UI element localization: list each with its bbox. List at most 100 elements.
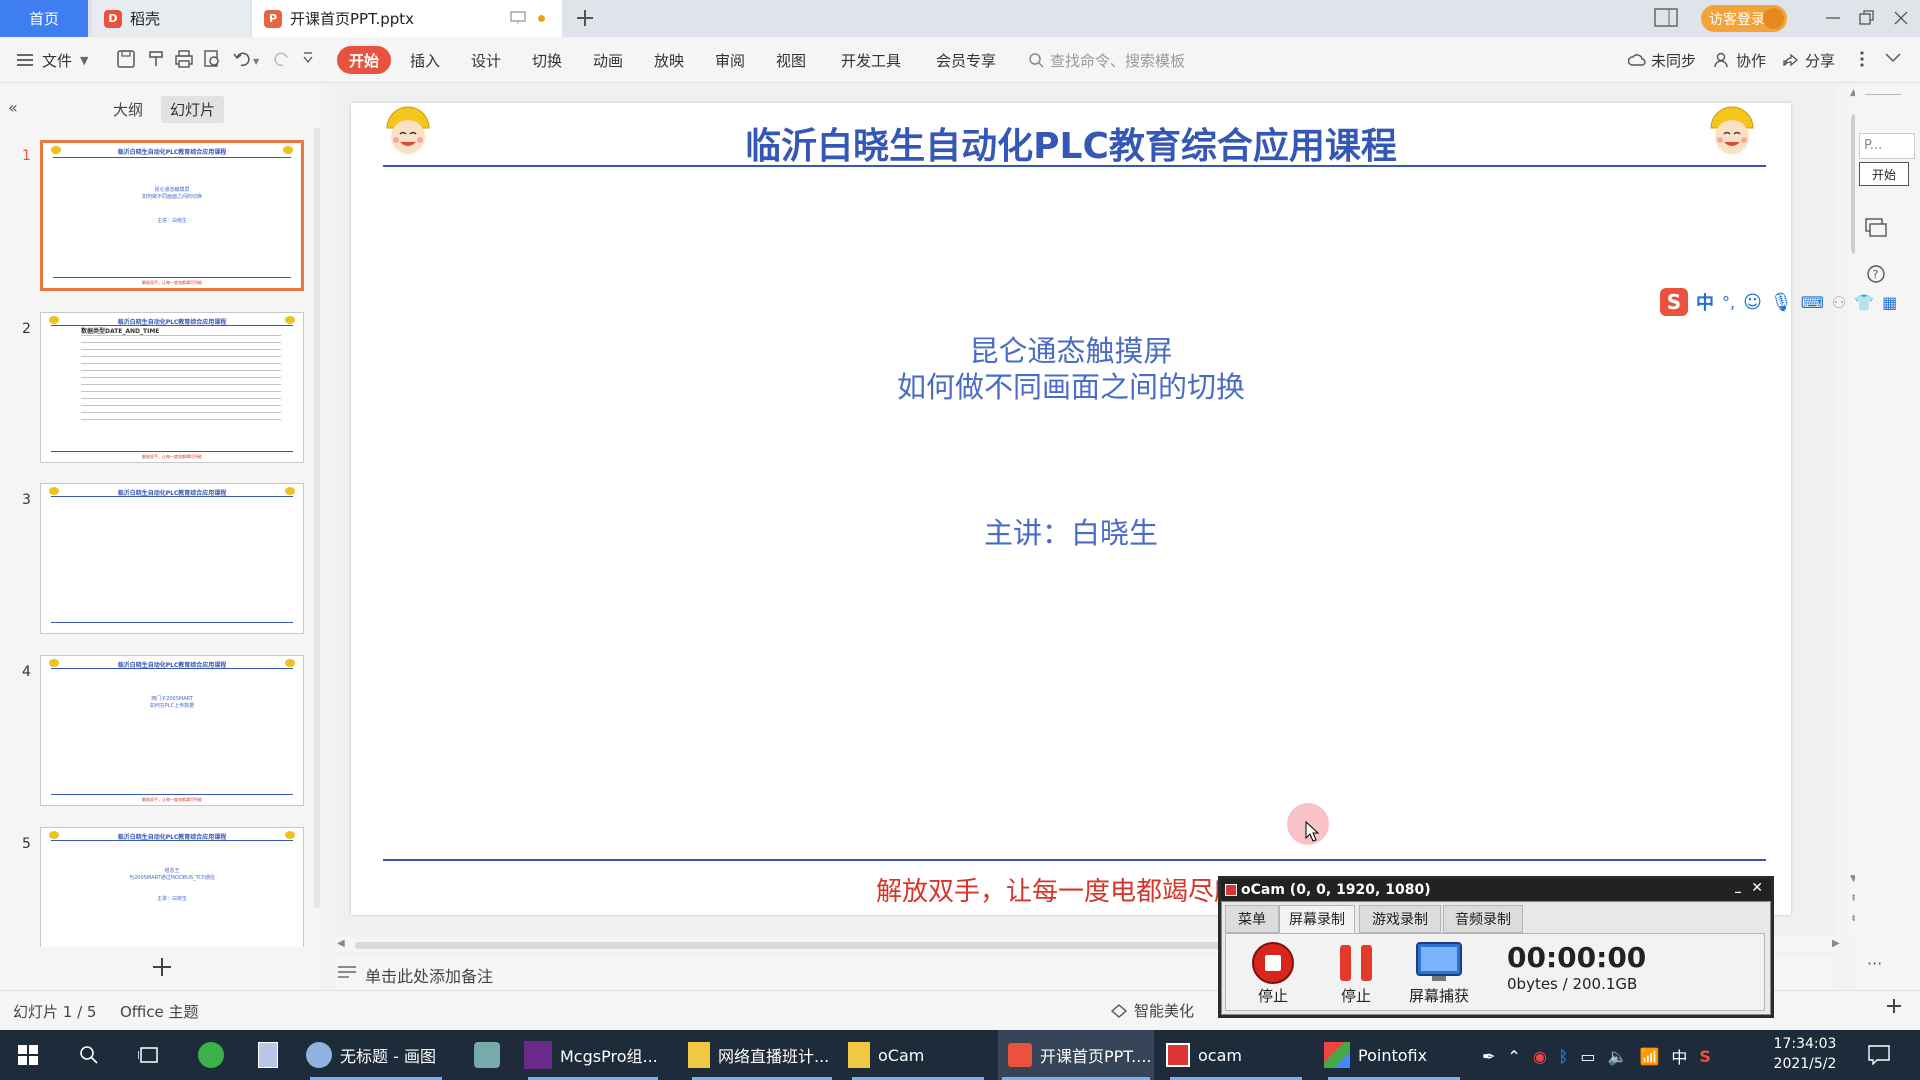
ocam-window[interactable]: oCam (0, 0, 1920, 1080) _ ✕ 菜单 屏幕录制 游戏录制… [1218,876,1774,1018]
notepad-icon[interactable] [258,1042,278,1068]
record-tray-icon[interactable]: ◉ [1533,1047,1547,1066]
more-dots-icon[interactable]: ··· [1867,954,1882,973]
ocam-tab-game[interactable]: 游戏录制 [1359,905,1441,933]
zoom-in-icon[interactable] [1885,997,1903,1015]
minimize-icon[interactable] [1824,8,1842,28]
emoji-icon[interactable]: ☺ [1743,292,1762,313]
save-icon[interactable] [116,49,136,69]
battery-icon[interactable]: ▭ [1580,1047,1595,1066]
sogou-tray-icon[interactable]: S [1699,1047,1711,1066]
search-icon[interactable] [79,1045,99,1065]
toolbox-grid-icon[interactable]: ▦ [1882,293,1897,312]
slide-switch-icon[interactable] [1865,218,1887,238]
taskbar-app-paint[interactable]: 无标题 - 画图 [306,1030,446,1080]
taskbar-app-pointofix[interactable]: Pointofix [1324,1030,1464,1080]
taskbar-app-ocam[interactable]: ocam [1166,1030,1306,1080]
slide-thumbnail-1[interactable]: 临沂白晓生自动化PLC教育综合应用课程 昆仑通态触摸屏 如何做不同画面之间的切换… [40,140,304,291]
guest-login-button[interactable]: 访客登录 [1701,5,1787,32]
tab-insert[interactable]: 插入 [410,37,440,83]
file-menu-button[interactable]: 文件 ▼ [16,37,88,83]
scroll-right-icon[interactable]: ▶ [1832,938,1840,949]
input-lang-indicator[interactable]: 中 [1671,1044,1687,1068]
wifi-icon[interactable]: 📶 [1639,1047,1659,1066]
collab-button[interactable]: 协作 [1713,37,1766,83]
tab-home[interactable]: 首页 [0,0,88,37]
ime-lang-toggle[interactable]: 中 [1696,289,1714,315]
keyboard-icon[interactable]: ⌨ [1801,293,1824,312]
print-preview-icon[interactable] [202,49,222,69]
volume-icon[interactable]: 🔈 [1608,1047,1628,1066]
task-view-icon[interactable] [138,1045,160,1065]
slides-tab[interactable]: 幻灯片 [161,96,225,123]
slide-presenter[interactable]: 主讲：白晓生 [351,510,1791,552]
slide-subtitle[interactable]: 昆仑通态触摸屏 如何做不同画面之间的切换 [351,333,1791,405]
sync-button[interactable]: 未同步 [1628,37,1696,83]
ocam-tab-audio[interactable]: 音频录制 [1443,905,1523,933]
pen-icon[interactable]: ✒ [1482,1047,1495,1066]
print-icon[interactable] [174,49,194,69]
screen-icon[interactable] [510,11,526,25]
new-tab-button[interactable] [574,7,596,29]
taskbar-app-ocam-folder[interactable]: oCam [848,1030,988,1080]
taskbar-app-mcgs[interactable]: McgsPro组... [524,1030,662,1080]
notification-icon[interactable] [1868,1045,1890,1065]
tab-document[interactable]: P 开课首页PPT.pptx [252,0,562,37]
close-window-icon[interactable] [1892,8,1910,28]
start-tooltip-button[interactable]: 开始 [1859,162,1909,186]
outline-tab[interactable]: 大纲 [113,99,143,120]
right-popup[interactable]: P... [1859,133,1915,159]
slide-thumbnail-3[interactable]: 临沂白晓生自动化PLC教育综合应用课程 [40,483,304,634]
ocam-tab-menu[interactable]: 菜单 [1225,905,1279,933]
clock[interactable]: 17:34:03 2021/5/2 [1770,1034,1840,1074]
tab-devtools[interactable]: 开发工具 [841,37,901,83]
slide-thumbnail-4[interactable]: 临沂白晓生自动化PLC教育综合应用课程 西门子200SMART 如何在PLC上传… [40,655,304,806]
taskbar-app-wps[interactable]: 开课首页PPT.... [998,1030,1154,1080]
scroll-thumb[interactable] [355,942,1255,949]
collapse-ribbon-icon[interactable] [1885,53,1901,63]
slide-title[interactable]: 临沂白晓生自动化PLC教育综合应用课程 [351,117,1791,169]
sogou-ime-bar[interactable]: S 中 °, ☺ 🎙 ⌨ ⚇ 👕 ▦ [1660,283,1920,321]
tab-review[interactable]: 审阅 [715,37,745,83]
ocam-stop-button[interactable]: 停止 [1233,941,1313,1006]
tab-view[interactable]: 视图 [776,37,806,83]
share-button[interactable]: 分享 [1782,37,1835,83]
add-slide-button[interactable] [151,956,173,978]
restore-icon[interactable] [1858,8,1876,28]
app-360-icon[interactable] [198,1042,224,1068]
tab-start[interactable]: 开始 [337,46,392,74]
more-options-icon[interactable] [1859,49,1865,69]
show-hidden-icons[interactable]: ⌃ [1507,1047,1520,1066]
tab-transition[interactable]: 切换 [532,37,562,83]
window-layout-icon[interactable] [1654,8,1678,28]
tab-daoke[interactable]: D 稻壳 [92,0,250,37]
ime-punct-toggle[interactable]: °, [1722,293,1735,312]
format-painter-icon[interactable] [146,49,166,69]
help-icon[interactable]: ? [1866,264,1886,284]
ocam-tab-screen[interactable]: 屏幕录制 [1279,905,1355,933]
collapse-panel-icon[interactable]: « [8,98,18,117]
app-icon[interactable] [474,1042,500,1068]
windows-start-icon[interactable] [18,1045,38,1065]
ocam-close-icon[interactable]: ✕ [1751,880,1763,896]
slide-1[interactable]: 临沂白晓生自动化PLC教育综合应用课程 昆仑通态触摸屏 如何做不同画面之间的切换… [351,103,1791,915]
slide-thumbnail-5[interactable]: 临沂白晓生自动化PLC教育综合应用课程 组态王 与200SMART通过MODBU… [40,827,304,947]
ocam-pause-button[interactable]: 停止 [1316,941,1396,1006]
tab-design[interactable]: 设计 [471,37,501,83]
microphone-icon[interactable]: 🎙 [1770,292,1793,313]
thumbnail-scrollbar[interactable] [314,128,320,908]
theme-name[interactable]: Office 主题 [120,1001,199,1022]
skin-shirt-icon[interactable]: 👕 [1854,293,1874,312]
ime-user-icon[interactable]: ⚇ [1832,293,1846,312]
tab-slideshow[interactable]: 放映 [654,37,684,83]
taskbar-app-folder[interactable]: 网络直播班计... [688,1030,836,1080]
customize-toolbar-icon[interactable] [302,51,314,65]
bluetooth-icon[interactable]: ᛒ [1559,1047,1569,1066]
smart-beautify-button[interactable]: 智能美化 [1110,1000,1194,1021]
scroll-left-icon[interactable]: ◀ [337,938,345,949]
tab-animation[interactable]: 动画 [593,37,623,83]
undo-icon[interactable]: ▼ [232,49,262,69]
ocam-minimize-icon[interactable]: _ [1735,879,1741,893]
redo-icon[interactable] [272,49,292,69]
tab-member[interactable]: 会员专享 [936,37,996,83]
slide-thumbnail-2[interactable]: 临沂白晓生自动化PLC教育综合应用课程 数据类型DATE_AND_TIME 解放… [40,312,304,463]
